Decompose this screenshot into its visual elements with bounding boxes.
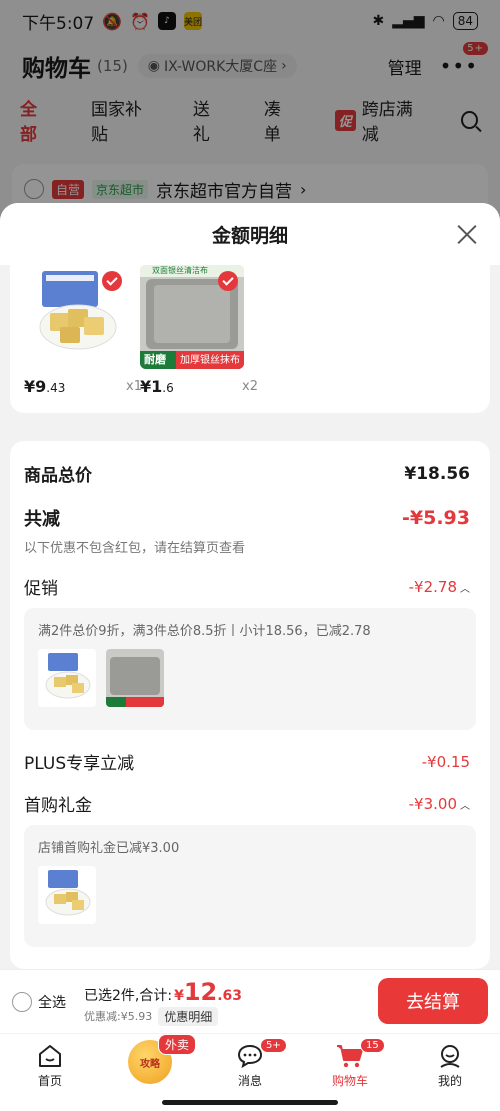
reduce-note: 以下优惠不包含红包，请在结算页查看: [24, 541, 246, 556]
discount-text: 优惠减:¥5.93: [84, 1010, 153, 1023]
home-indicator: [162, 1100, 338, 1105]
discount-detail-button[interactable]: 优惠明细: [158, 1006, 219, 1026]
home-icon: [36, 1042, 64, 1070]
plus-value: -¥0.15: [421, 752, 470, 771]
promo-detail-box: 满2件总价9折，满3件总价8.5折丨小计18.56，已减2.78: [24, 608, 476, 730]
nav-label: 购物车: [331, 1074, 368, 1088]
promo-badge: 外卖: [158, 1034, 197, 1055]
summary-discount-line: 优惠减:¥5.93 优惠明细: [84, 1006, 242, 1026]
cart-icon: 15: [336, 1038, 385, 1070]
total-label: 商品总价: [24, 466, 92, 486]
nav-label: 消息: [237, 1074, 262, 1088]
checked-icon: [218, 271, 238, 291]
checkout-bar: 全选 已选2件,合计: ¥12.63 优惠减:¥5.93 优惠明细 去结算: [0, 969, 500, 1033]
nav-label: 首页: [37, 1074, 62, 1088]
product-item[interactable]: ¥9.43 x1: [24, 265, 142, 396]
gift-detail-text: 店铺首购礼金已减¥3.00: [38, 841, 180, 856]
close-icon[interactable]: [456, 223, 478, 245]
promo-value: -¥2.78 ︿: [408, 577, 470, 596]
gift-product-thumbs: [38, 866, 462, 924]
nav-profile[interactable]: 我的: [400, 1034, 500, 1111]
select-all-toggle[interactable]: 全选: [12, 991, 66, 1012]
product-label-left: 耐磨: [144, 353, 166, 366]
plus-row: PLUS专享立减 -¥0.15: [24, 749, 470, 775]
gift-value: -¥3.00 ︿: [408, 794, 470, 813]
profile-icon: [436, 1042, 464, 1070]
sheet-header: 金额明细: [0, 203, 500, 265]
message-icon: 5+: [236, 1038, 287, 1070]
promo-product-thumbs: [38, 649, 462, 707]
plus-label: PLUS专享立减: [24, 754, 135, 774]
product-image-cloth: 双面银丝清洁布 耐磨 加厚银丝抹布: [140, 265, 244, 369]
product-image-text: 双面银丝清洁布: [152, 266, 208, 275]
price-breakdown-card: 商品总价 ¥18.56 共减 -¥5.93 以下优惠不包含红包，请在结算页查看 …: [10, 441, 490, 969]
promo-label: 促销: [24, 579, 58, 599]
thumb-crackers: [38, 866, 96, 924]
gift-row[interactable]: 首购礼金 -¥3.00 ︿: [24, 791, 470, 817]
chevron-up-icon: ︿: [460, 583, 470, 595]
summary-total-line: 已选2件,合计: ¥12.63: [84, 978, 242, 1006]
checkout-button[interactable]: 去结算: [378, 978, 488, 1024]
reduce-value: -¥5.93: [402, 507, 470, 529]
promo-detail-text: 满2件总价9折，满3件总价8.5折丨小计18.56，已减2.78: [38, 624, 371, 639]
sheet-title: 金额明细: [211, 224, 288, 247]
select-all-radio[interactable]: [12, 991, 32, 1012]
total-amount: ¥12.63: [174, 977, 243, 1006]
gift-detail-box: 店铺首购礼金已减¥3.00: [24, 825, 476, 947]
reduce-label: 共减: [24, 509, 60, 530]
promo-row[interactable]: 促销 -¥2.78 ︿: [24, 574, 470, 600]
gift-label: 首购礼金: [24, 796, 92, 816]
product-image-crackers: [24, 265, 128, 369]
messages-badge: 5+: [260, 1038, 287, 1053]
nav-label: 我的: [437, 1074, 462, 1088]
thumb-crackers: [38, 649, 96, 707]
product-quantity: x2: [242, 379, 258, 394]
product-label-right: 加厚银丝抹布: [180, 355, 240, 366]
total-value: ¥18.56: [404, 463, 470, 484]
nav-home[interactable]: 首页: [0, 1034, 100, 1111]
thumb-cloth: [106, 649, 164, 707]
order-summary: 已选2件,合计: ¥12.63 优惠减:¥5.93 优惠明细: [84, 978, 242, 1026]
chevron-up-icon: ︿: [460, 800, 470, 812]
selected-text: 已选2件,合计:: [84, 987, 173, 1004]
product-price: ¥1.6: [140, 377, 174, 396]
product-item[interactable]: 双面银丝清洁布 耐磨 加厚银丝抹布 ¥1.6 x2: [140, 265, 258, 396]
total-row: 商品总价 ¥18.56: [24, 461, 470, 487]
bottom-nav: 首页 攻略 外卖 5+ 消息 15 购物车 我的: [0, 1034, 500, 1111]
cart-badge: 15: [360, 1038, 385, 1053]
reduce-row: 共减 -¥5.93: [24, 505, 470, 531]
checked-icon: [102, 271, 122, 291]
selected-products: ¥9.43 x1 双面银丝清洁布 耐磨 加厚银丝抹布 ¥1.6 x2: [10, 265, 490, 413]
product-price: ¥9.43: [24, 377, 66, 396]
select-all-label: 全选: [38, 994, 66, 1011]
